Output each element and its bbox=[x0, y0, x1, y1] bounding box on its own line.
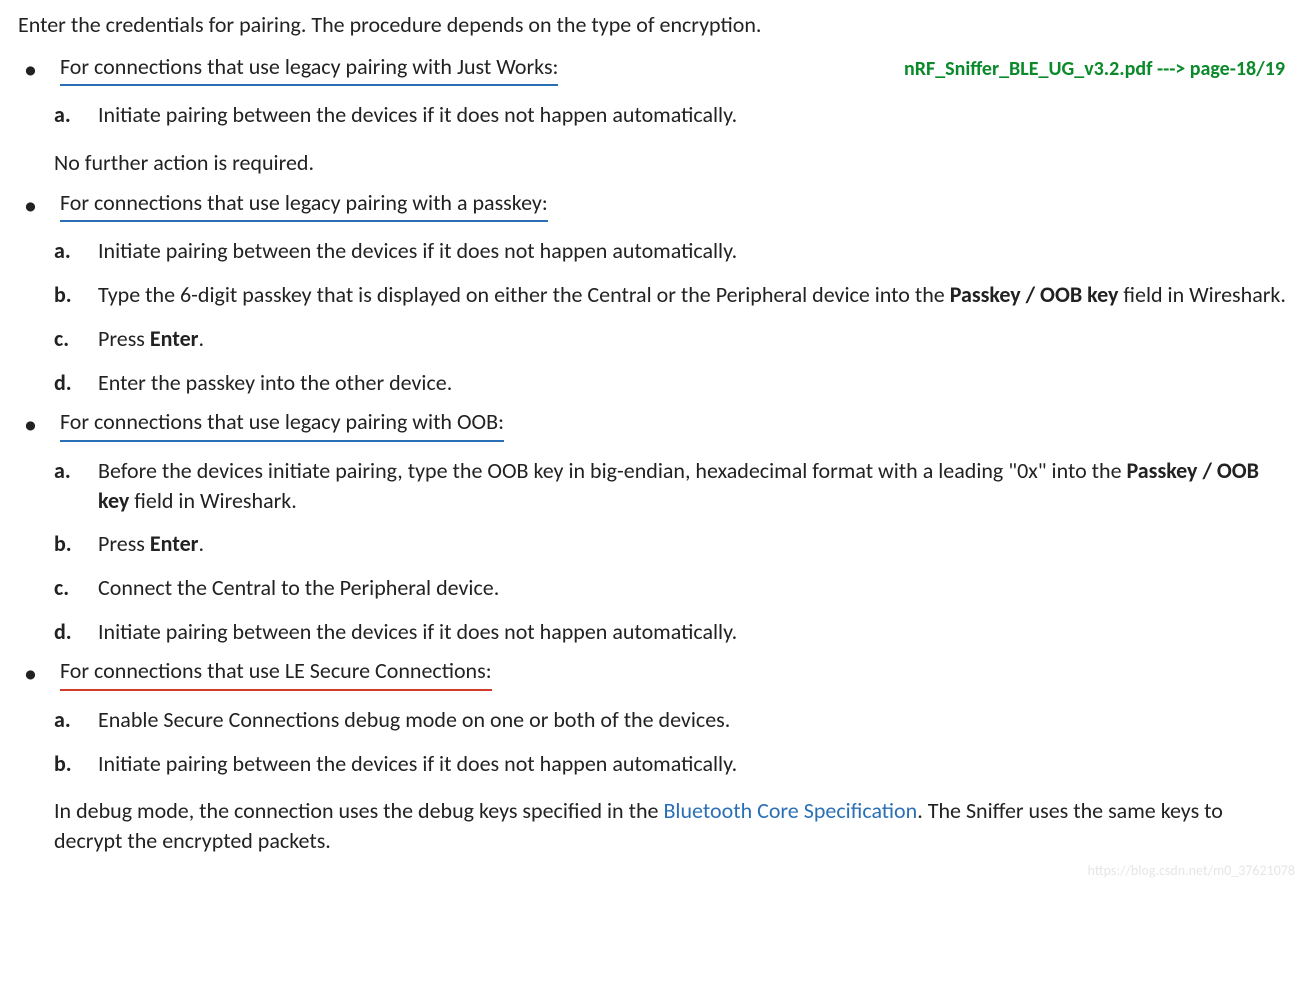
section-1-body: a. Initiate pairing between the devices … bbox=[54, 236, 1295, 397]
list-text: Enter the passkey into the other device. bbox=[98, 368, 1295, 398]
list-item: a. Before the devices initiate pairing, … bbox=[54, 456, 1295, 515]
list-label: a. bbox=[54, 456, 98, 486]
section-tail: In debug mode, the connection uses the d… bbox=[54, 796, 1295, 855]
section-tail: No further action is required. bbox=[54, 148, 1295, 178]
list-text: Initiate pairing between the devices if … bbox=[98, 236, 1295, 266]
list-label: a. bbox=[54, 236, 98, 266]
section-heading: For connections that use LE Secure Conne… bbox=[60, 656, 492, 691]
list-label: c. bbox=[54, 573, 98, 603]
bullet-icon bbox=[18, 407, 60, 441]
text-bold: Enter bbox=[150, 325, 199, 352]
list-item: b. Initiate pairing between the devices … bbox=[54, 749, 1295, 779]
tail-pre: In debug mode, the connection uses the d… bbox=[54, 797, 663, 824]
bluetooth-spec-link[interactable]: Bluetooth Core Specification bbox=[663, 797, 917, 824]
list-item: a. Initiate pairing between the devices … bbox=[54, 100, 1295, 130]
list-text: Connect the Central to the Peripheral de… bbox=[98, 573, 1295, 603]
text-pre: Type the 6-digit passkey that is display… bbox=[98, 281, 950, 308]
list-item: d. Initiate pairing between the devices … bbox=[54, 617, 1295, 647]
list-label: a. bbox=[54, 100, 98, 130]
list-label: a. bbox=[54, 705, 98, 735]
list-text: Before the devices initiate pairing, typ… bbox=[98, 456, 1295, 515]
list-label: d. bbox=[54, 368, 98, 398]
bullet-icon bbox=[18, 656, 60, 690]
intro-text: Enter the credentials for pairing. The p… bbox=[18, 10, 1295, 40]
section-1-row: For connections that use legacy pairing … bbox=[18, 188, 1295, 223]
list-text: Initiate pairing between the devices if … bbox=[98, 617, 1295, 647]
section-heading: For connections that use legacy pairing … bbox=[60, 52, 558, 87]
text-pre: Before the devices initiate pairing, typ… bbox=[98, 457, 1127, 484]
bullet-icon bbox=[18, 188, 60, 222]
list-text: Press Enter. bbox=[98, 324, 1295, 354]
list-item: b. Type the 6-digit passkey that is disp… bbox=[54, 280, 1295, 310]
list-text: Initiate pairing between the devices if … bbox=[98, 100, 1295, 130]
source-annotation: nRF_Sniffer_BLE_UG_v3.2.pdf ---> page-18… bbox=[904, 52, 1295, 83]
text-pre: Press bbox=[98, 530, 150, 557]
list-label: d. bbox=[54, 617, 98, 647]
section-3-body: a. Enable Secure Connections debug mode … bbox=[54, 705, 1295, 856]
list-label: b. bbox=[54, 280, 98, 310]
list-text: Type the 6-digit passkey that is display… bbox=[98, 280, 1295, 310]
text-post: field in Wireshark. bbox=[129, 487, 297, 514]
section-2-body: a. Before the devices initiate pairing, … bbox=[54, 456, 1295, 646]
text-post: field in Wireshark. bbox=[1118, 281, 1286, 308]
text-post: . bbox=[198, 530, 204, 557]
text-bold: Passkey / OOB key bbox=[950, 281, 1119, 308]
list-item: c. Press Enter. bbox=[54, 324, 1295, 354]
list-item: d. Enter the passkey into the other devi… bbox=[54, 368, 1295, 398]
list-text: Initiate pairing between the devices if … bbox=[98, 749, 1295, 779]
text-post: . bbox=[198, 325, 204, 352]
list-item: c. Connect the Central to the Peripheral… bbox=[54, 573, 1295, 603]
section-3-row: For connections that use LE Secure Conne… bbox=[18, 656, 1295, 691]
section-heading: For connections that use legacy pairing … bbox=[60, 188, 548, 223]
section-0-body: a. Initiate pairing between the devices … bbox=[54, 100, 1295, 177]
list-text: Enable Secure Connections debug mode on … bbox=[98, 705, 1295, 735]
list-text: Press Enter. bbox=[98, 529, 1295, 559]
text-bold: Enter bbox=[150, 530, 199, 557]
list-label: c. bbox=[54, 324, 98, 354]
watermark: https://blog.csdn.net/m0_37621078 bbox=[18, 862, 1295, 881]
section-0-row: For connections that use legacy pairing … bbox=[18, 52, 1295, 87]
list-label: b. bbox=[54, 529, 98, 559]
list-label: b. bbox=[54, 749, 98, 779]
bullet-icon bbox=[18, 52, 60, 86]
list-item: a. Initiate pairing between the devices … bbox=[54, 236, 1295, 266]
text-pre: Press bbox=[98, 325, 150, 352]
section-2-row: For connections that use legacy pairing … bbox=[18, 407, 1295, 442]
list-item: a. Enable Secure Connections debug mode … bbox=[54, 705, 1295, 735]
list-item: b. Press Enter. bbox=[54, 529, 1295, 559]
section-heading: For connections that use legacy pairing … bbox=[60, 407, 504, 442]
